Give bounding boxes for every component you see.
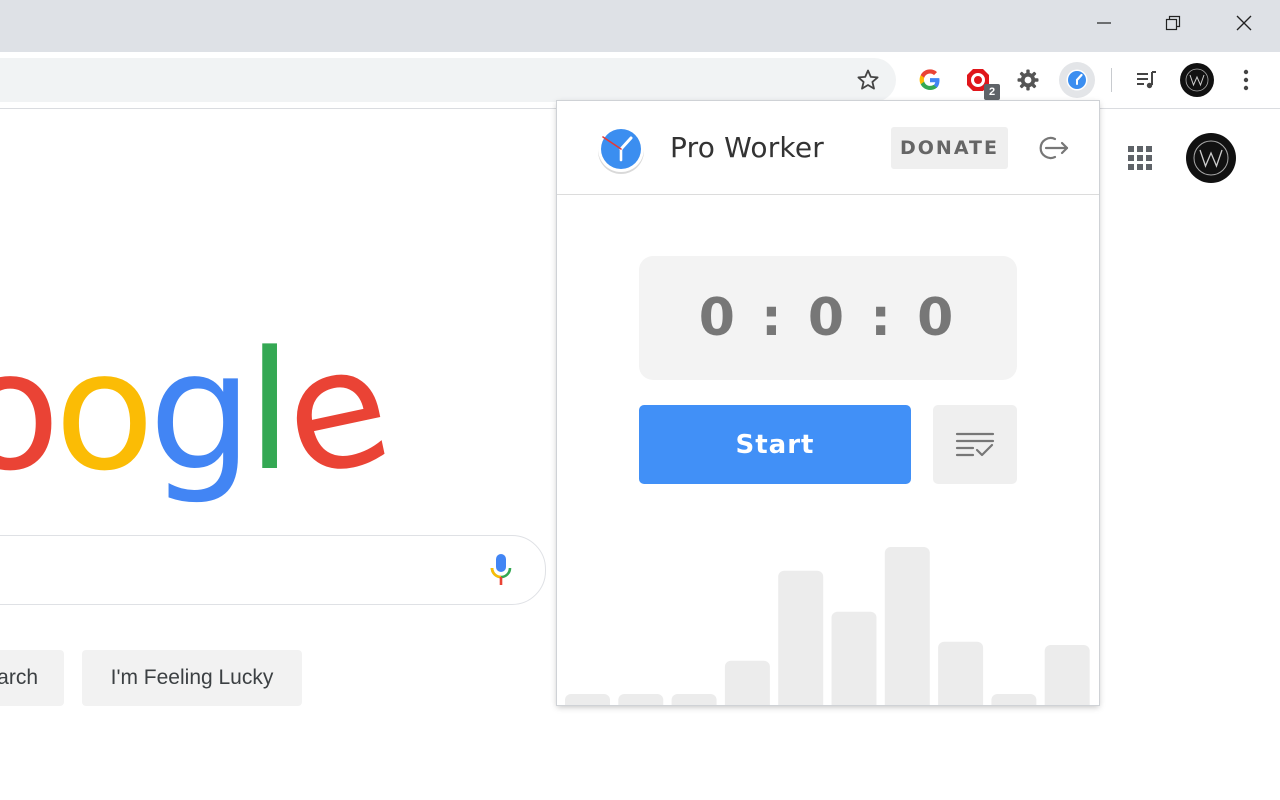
google-search-button[interactable]: arch bbox=[0, 650, 64, 706]
google-logo: oogle bbox=[0, 308, 400, 515]
google-search-input[interactable] bbox=[0, 535, 546, 605]
microphone-icon[interactable] bbox=[486, 552, 516, 588]
history-bar bbox=[991, 693, 1037, 705]
popup-header: Pro Worker DONATE bbox=[557, 101, 1099, 195]
logo-letter-3: g bbox=[148, 316, 253, 507]
media-queue-icon bbox=[1137, 71, 1156, 89]
checklist-icon bbox=[955, 432, 995, 456]
gear-icon bbox=[1017, 69, 1039, 91]
logo-letter-2: o bbox=[54, 316, 154, 507]
history-bar bbox=[884, 547, 930, 705]
address-bar[interactable] bbox=[0, 58, 896, 102]
google-extension-button[interactable] bbox=[912, 62, 948, 98]
close-button[interactable] bbox=[1221, 0, 1267, 46]
restore-icon bbox=[1165, 15, 1181, 31]
window-title-bar bbox=[0, 0, 1280, 52]
clock-logo-icon bbox=[598, 126, 644, 174]
minimize-icon bbox=[1097, 22, 1111, 24]
history-bar bbox=[565, 693, 610, 705]
history-bar bbox=[724, 660, 770, 705]
star-icon bbox=[857, 69, 879, 90]
google-account-avatar[interactable] bbox=[1186, 133, 1236, 183]
logo-letter-1: o bbox=[0, 316, 60, 507]
logo-letter-5: e bbox=[267, 308, 400, 515]
pro-worker-popup: Pro Worker DONATE 0 : 0 : 0 Start bbox=[557, 101, 1099, 705]
profile-avatar-button[interactable] bbox=[1179, 62, 1215, 98]
timer-display: 0 : 0 : 0 bbox=[639, 256, 1017, 380]
pro-worker-icon bbox=[1066, 69, 1088, 91]
work-history-chart bbox=[565, 547, 1090, 705]
feeling-lucky-button[interactable]: I'm Feeling Lucky bbox=[82, 650, 302, 706]
close-icon bbox=[1236, 15, 1252, 31]
adblock-count-badge: 2 bbox=[984, 84, 1000, 100]
history-bar bbox=[618, 693, 664, 705]
donate-button[interactable]: DONATE bbox=[891, 127, 1008, 169]
pro-worker-extension-button[interactable] bbox=[1059, 62, 1095, 98]
minimize-button[interactable] bbox=[1081, 0, 1127, 46]
media-queue-button[interactable] bbox=[1128, 62, 1164, 98]
start-button[interactable]: Start bbox=[639, 405, 911, 484]
more-vert-icon bbox=[1243, 69, 1249, 91]
logout-icon[interactable] bbox=[1035, 133, 1071, 163]
task-list-button[interactable] bbox=[933, 405, 1017, 484]
profile-avatar bbox=[1180, 63, 1214, 97]
popup-title: Pro Worker bbox=[670, 131, 824, 164]
avatar-emblem-icon bbox=[1193, 140, 1229, 176]
restore-button[interactable] bbox=[1150, 0, 1196, 46]
google-icon bbox=[919, 69, 940, 90]
history-bar bbox=[778, 570, 824, 705]
history-bar bbox=[671, 693, 717, 705]
settings-extension-button[interactable] bbox=[1010, 62, 1046, 98]
bookmark-star-button[interactable] bbox=[853, 65, 883, 95]
browser-menu-button[interactable] bbox=[1228, 62, 1264, 98]
toolbar-separator bbox=[1111, 68, 1112, 92]
apps-grid-icon[interactable] bbox=[1126, 144, 1154, 172]
history-bar bbox=[1044, 644, 1090, 705]
history-bar bbox=[831, 611, 877, 705]
history-bar bbox=[938, 641, 984, 705]
